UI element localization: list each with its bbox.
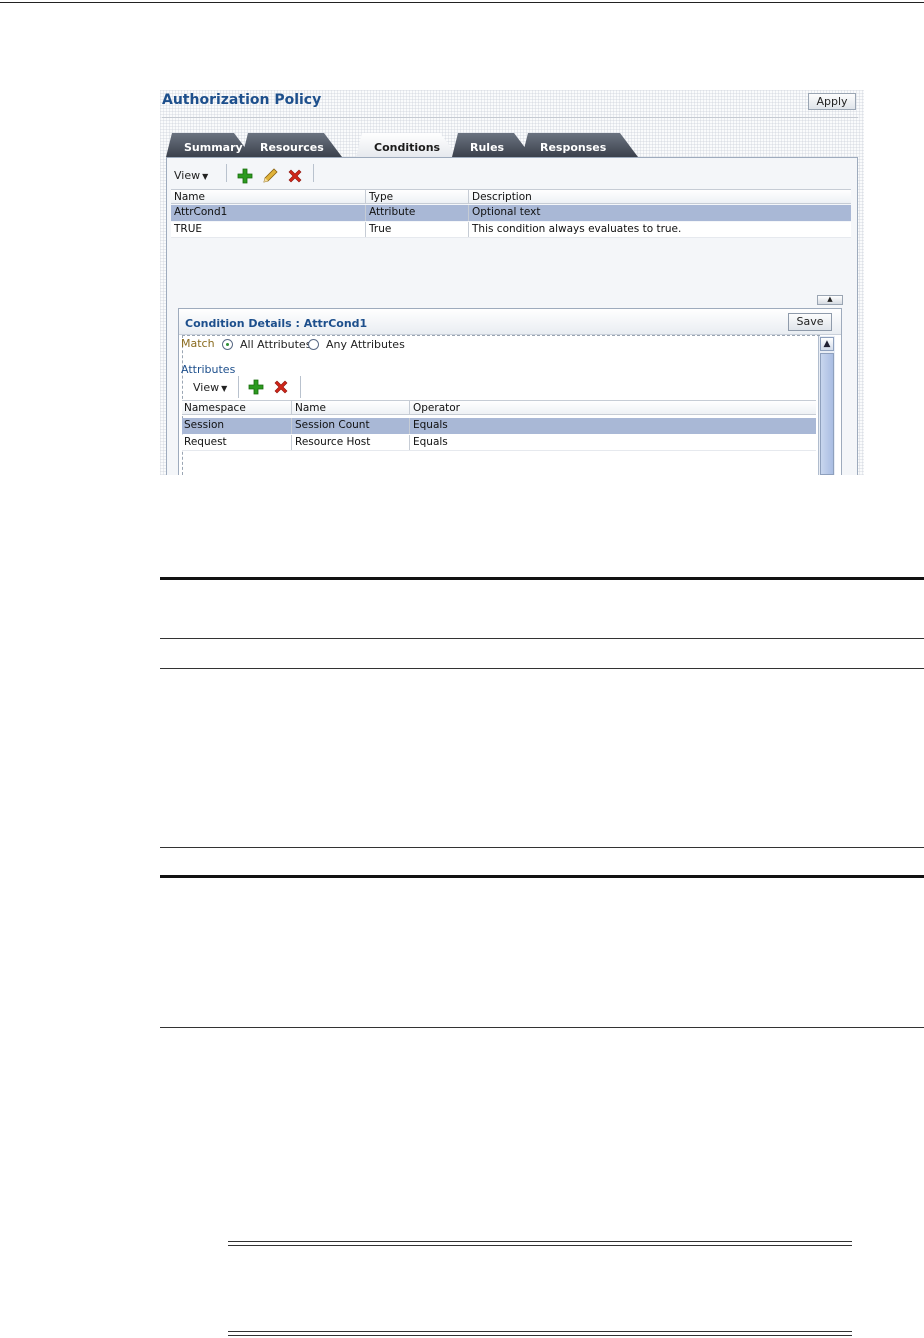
condition-details-title: Condition Details : AttrCond1 xyxy=(185,317,368,330)
any-attributes-label[interactable]: Any Attributes xyxy=(326,338,405,351)
column-header-operator[interactable]: Operator xyxy=(413,401,460,416)
add-icon[interactable] xyxy=(237,168,253,184)
column-header-name[interactable]: Name xyxy=(174,190,205,205)
authorization-policy-screenshot: Authorization Policy Apply Summary Resou… xyxy=(160,90,864,475)
attributes-table-header: Namespace Name Operator xyxy=(182,400,816,415)
column-header-name[interactable]: Name xyxy=(295,401,326,416)
tab-conditions[interactable]: Conditions xyxy=(356,133,458,157)
table-row[interactable]: AttrCond1 Attribute Optional text xyxy=(171,205,851,221)
edit-pencil-icon[interactable] xyxy=(262,168,278,184)
table-row[interactable]: Request Resource Host Equals xyxy=(182,435,816,451)
toolbar-separator xyxy=(226,164,227,182)
column-header-type[interactable]: Type xyxy=(369,190,393,205)
page-header-rule xyxy=(0,2,924,3)
title-divider xyxy=(162,117,858,118)
all-attributes-label[interactable]: All Attributes xyxy=(240,338,311,351)
toolbar-separator xyxy=(313,164,314,182)
page-title: Authorization Policy xyxy=(162,92,322,108)
table-row[interactable]: TRUE True This condition always evaluate… xyxy=(171,222,851,238)
toolbar-separator xyxy=(238,376,239,398)
chevron-down-icon: ▼ xyxy=(202,172,209,181)
delete-icon[interactable] xyxy=(273,379,289,395)
collapse-handle[interactable]: ▲ xyxy=(817,295,843,305)
note-bottom-rule xyxy=(228,1335,852,1336)
table-header-rule xyxy=(160,638,924,639)
tab-resources[interactable]: Resources xyxy=(242,133,342,157)
view-menu[interactable]: View ▼ xyxy=(193,381,227,394)
conditions-table-header: Name Type Description xyxy=(171,189,851,204)
note-top-rule xyxy=(228,1241,852,1242)
vertical-scrollbar[interactable]: ▲ xyxy=(818,336,835,475)
tab-summary[interactable]: Summary xyxy=(166,133,252,157)
scroll-up-icon[interactable]: ▲ xyxy=(820,337,834,351)
toolbar-separator xyxy=(300,376,301,398)
any-attributes-radio[interactable] xyxy=(308,339,319,350)
delete-icon[interactable] xyxy=(287,168,303,184)
chevron-up-icon: ▲ xyxy=(827,295,833,303)
table-row[interactable]: Session Session Count Equals xyxy=(182,418,816,434)
chevron-down-icon: ▼ xyxy=(221,384,228,393)
table-row-rule xyxy=(160,847,924,848)
note-bottom-rule xyxy=(228,1331,852,1332)
attributes-label: Attributes xyxy=(181,363,236,376)
scrollbar-thumb[interactable] xyxy=(820,353,834,475)
section-rule xyxy=(160,1027,924,1028)
add-icon[interactable] xyxy=(248,379,264,395)
note-top-rule xyxy=(228,1245,852,1246)
save-button[interactable]: Save xyxy=(788,313,832,331)
all-attributes-radio[interactable] xyxy=(222,339,233,350)
table-row-rule xyxy=(160,668,924,669)
column-header-namespace[interactable]: Namespace xyxy=(184,401,246,416)
table-top-rule xyxy=(160,577,924,580)
match-label: Match xyxy=(181,337,215,350)
column-header-description[interactable]: Description xyxy=(472,190,532,205)
table-bottom-rule xyxy=(160,875,924,878)
apply-button[interactable]: Apply xyxy=(808,93,856,110)
view-menu[interactable]: View ▼ xyxy=(174,169,208,182)
tab-responses[interactable]: Responses xyxy=(522,133,638,157)
tab-rules[interactable]: Rules xyxy=(452,133,532,157)
